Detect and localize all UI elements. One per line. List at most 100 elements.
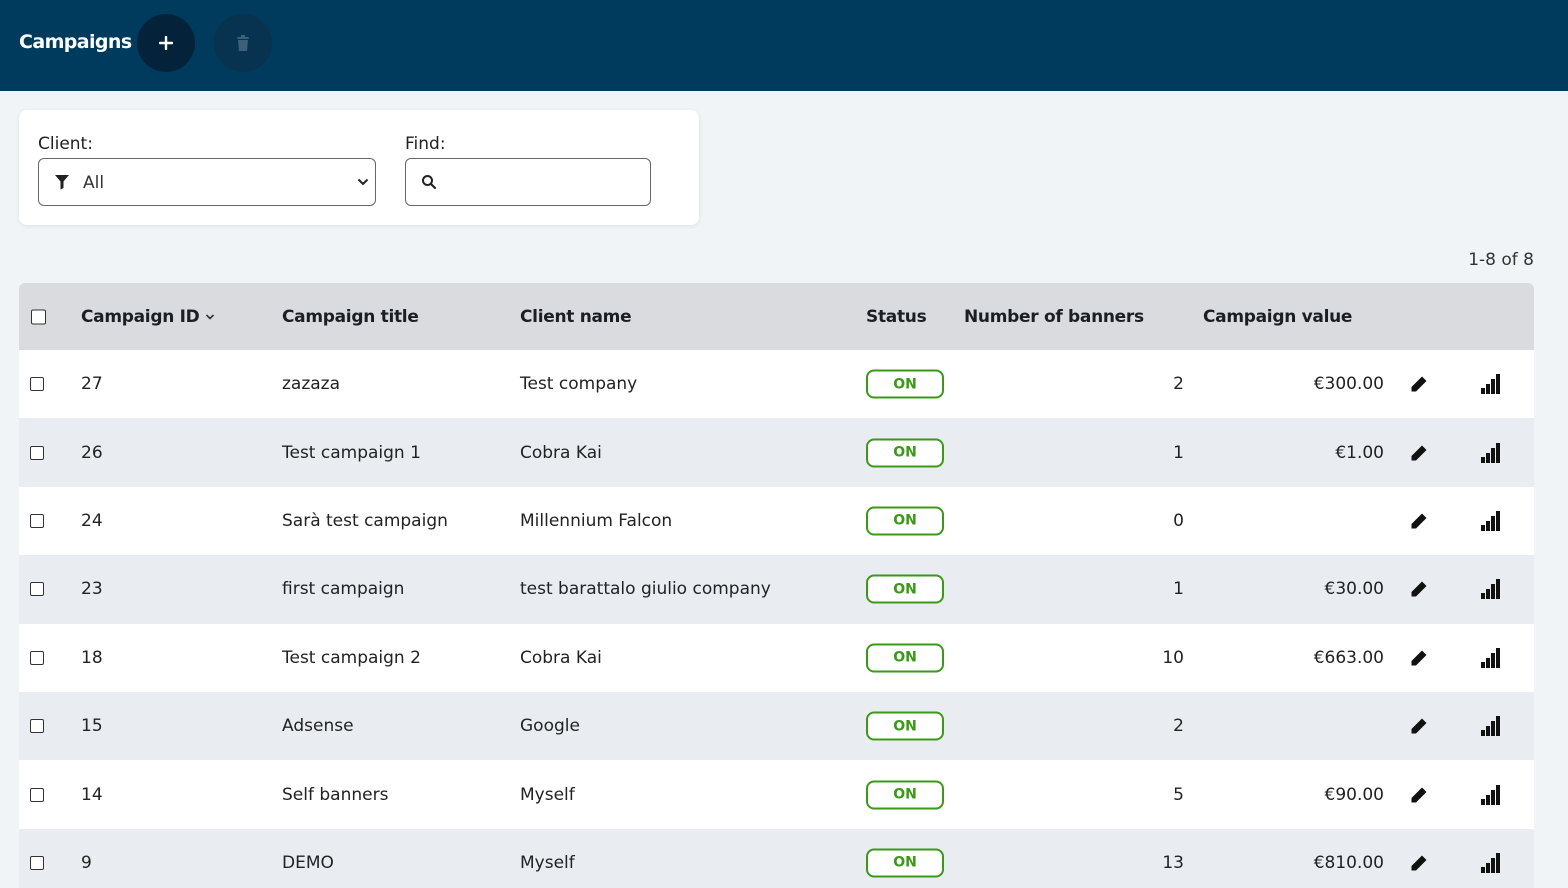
stats-button[interactable] bbox=[1480, 852, 1500, 873]
client-name: Cobra Kai bbox=[520, 442, 602, 463]
campaign-id: 9 bbox=[81, 852, 92, 873]
campaign-id: 18 bbox=[81, 647, 103, 668]
stats-button[interactable] bbox=[1480, 374, 1500, 395]
edit-button[interactable] bbox=[1409, 853, 1429, 873]
pencil-icon bbox=[1411, 650, 1427, 666]
stats-button[interactable] bbox=[1480, 510, 1500, 531]
status-toggle[interactable]: ON bbox=[866, 711, 944, 741]
filter-icon bbox=[55, 175, 69, 190]
table-row: 26 Test campaign 1 Cobra Kai ON 1 €1.00 bbox=[19, 418, 1534, 487]
edit-button[interactable] bbox=[1409, 374, 1429, 394]
status-badge: ON bbox=[866, 780, 944, 810]
plus-icon bbox=[159, 36, 173, 50]
search-icon bbox=[422, 175, 437, 190]
pencil-icon bbox=[1411, 855, 1427, 871]
campaign-id: 15 bbox=[81, 716, 103, 737]
campaign-id: 24 bbox=[81, 510, 103, 531]
status-badge: ON bbox=[866, 506, 944, 536]
select-all-checkbox[interactable] bbox=[31, 309, 46, 324]
row-checkbox[interactable] bbox=[30, 582, 44, 597]
edit-button[interactable] bbox=[1409, 785, 1429, 805]
client-name: Myself bbox=[520, 784, 575, 805]
status-toggle[interactable]: ON bbox=[866, 438, 944, 468]
campaign-id: 26 bbox=[81, 442, 103, 463]
campaign-value: €30.00 bbox=[1324, 579, 1384, 600]
bar-chart-icon bbox=[1481, 374, 1500, 395]
bar-chart-icon bbox=[1481, 510, 1500, 531]
row-checkbox[interactable] bbox=[30, 787, 44, 802]
column-header-id-label: Campaign ID bbox=[81, 306, 200, 327]
table-header: Campaign ID Campaign title Client name S… bbox=[19, 283, 1534, 350]
table-body: 27 zazaza Test company ON 2 €300.00 26 T… bbox=[19, 350, 1534, 888]
find-field[interactable] bbox=[405, 158, 651, 206]
column-header-client[interactable]: Client name bbox=[520, 307, 632, 327]
row-checkbox[interactable] bbox=[30, 513, 44, 528]
campaign-title: Adsense bbox=[282, 716, 354, 737]
banner-count: 10 bbox=[1162, 647, 1184, 668]
client-name: Myself bbox=[520, 852, 575, 873]
status-toggle[interactable]: ON bbox=[866, 848, 944, 878]
status-badge: ON bbox=[866, 848, 944, 878]
status-toggle[interactable]: ON bbox=[866, 506, 944, 536]
edit-button[interactable] bbox=[1409, 511, 1429, 531]
campaign-value: €300.00 bbox=[1313, 374, 1384, 395]
campaign-title: Test campaign 1 bbox=[282, 442, 421, 463]
campaign-title: DEMO bbox=[282, 852, 334, 873]
delete-campaign-button[interactable] bbox=[214, 14, 272, 72]
edit-button[interactable] bbox=[1409, 579, 1429, 599]
campaign-title: Test campaign 2 bbox=[282, 647, 421, 668]
pagination-info: 1-8 of 8 bbox=[1468, 250, 1534, 270]
client-name: Millennium Falcon bbox=[520, 510, 673, 531]
banner-count: 1 bbox=[1173, 442, 1184, 463]
status-badge: ON bbox=[866, 438, 944, 468]
campaign-value: €1.00 bbox=[1335, 442, 1384, 463]
pencil-icon bbox=[1411, 787, 1427, 803]
row-checkbox[interactable] bbox=[30, 719, 44, 734]
client-filter-select[interactable]: All bbox=[38, 158, 376, 206]
chevron-down-icon bbox=[357, 178, 369, 186]
status-toggle[interactable]: ON bbox=[866, 369, 944, 399]
add-campaign-button[interactable] bbox=[137, 14, 195, 72]
status-toggle[interactable]: ON bbox=[866, 780, 944, 810]
pencil-icon bbox=[1411, 513, 1427, 529]
status-toggle[interactable]: ON bbox=[866, 574, 944, 604]
stats-button[interactable] bbox=[1480, 716, 1500, 737]
column-header-title[interactable]: Campaign title bbox=[282, 307, 419, 327]
client-name: Cobra Kai bbox=[520, 647, 602, 668]
status-toggle[interactable]: ON bbox=[866, 643, 944, 673]
column-header-banners[interactable]: Number of banners bbox=[964, 307, 1144, 327]
edit-button[interactable] bbox=[1409, 648, 1429, 668]
status-badge: ON bbox=[866, 574, 944, 604]
status-badge: ON bbox=[866, 643, 944, 673]
search-input[interactable] bbox=[446, 167, 642, 197]
edit-button[interactable] bbox=[1409, 443, 1429, 463]
bar-chart-icon bbox=[1481, 716, 1500, 737]
stats-button[interactable] bbox=[1480, 647, 1500, 668]
campaign-id: 23 bbox=[81, 579, 103, 600]
table-row: 27 zazaza Test company ON 2 €300.00 bbox=[19, 350, 1534, 419]
column-header-id[interactable]: Campaign ID bbox=[81, 307, 215, 327]
campaigns-table: Campaign ID Campaign title Client name S… bbox=[19, 283, 1534, 888]
campaign-value: €90.00 bbox=[1324, 784, 1384, 805]
filter-panel: Client: All Find: bbox=[19, 110, 699, 225]
row-checkbox[interactable] bbox=[30, 377, 44, 392]
banner-count: 1 bbox=[1173, 579, 1184, 600]
bar-chart-icon bbox=[1481, 442, 1500, 463]
row-checkbox[interactable] bbox=[30, 855, 44, 870]
client-name: test barattalo giulio company bbox=[520, 579, 771, 600]
row-checkbox[interactable] bbox=[30, 445, 44, 460]
edit-button[interactable] bbox=[1409, 716, 1429, 736]
column-header-status[interactable]: Status bbox=[866, 307, 927, 327]
row-checkbox[interactable] bbox=[30, 650, 44, 665]
stats-button[interactable] bbox=[1480, 784, 1500, 805]
campaign-id: 27 bbox=[81, 374, 103, 395]
trash-icon bbox=[237, 35, 249, 51]
bar-chart-icon bbox=[1481, 852, 1500, 873]
stats-button[interactable] bbox=[1480, 579, 1500, 600]
sort-down-icon bbox=[206, 313, 215, 320]
client-filter-value: All bbox=[83, 173, 105, 193]
stats-button[interactable] bbox=[1480, 442, 1500, 463]
banner-count: 13 bbox=[1162, 852, 1184, 873]
column-header-value[interactable]: Campaign value bbox=[1203, 307, 1352, 327]
bar-chart-icon bbox=[1481, 579, 1500, 600]
